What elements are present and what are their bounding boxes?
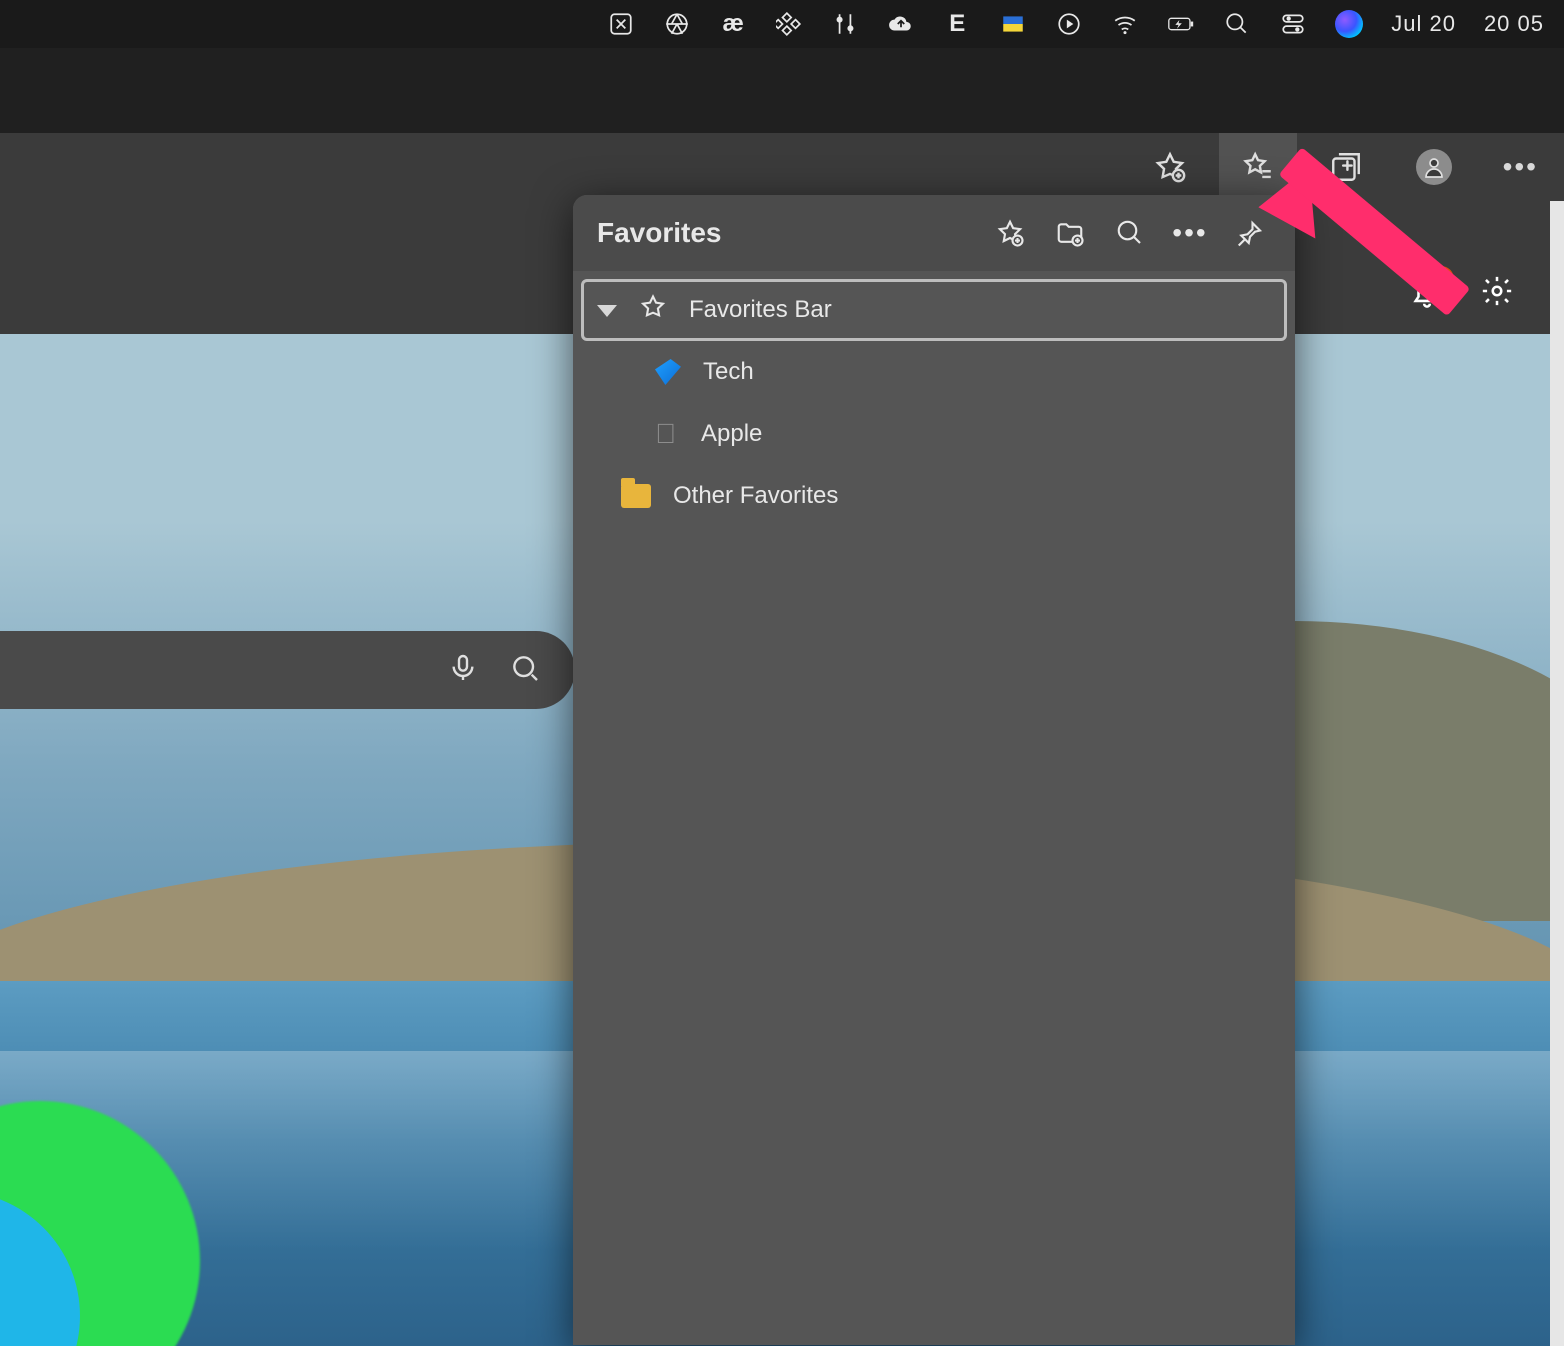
- favorites-panel: Favorites ••• Favorites Bar Tech  Apple: [573, 195, 1295, 1345]
- star-outline-icon: [639, 293, 667, 328]
- menubar-spotlight-icon[interactable]: [1223, 10, 1251, 38]
- collections-button[interactable]: [1307, 133, 1385, 201]
- favorites-more-button[interactable]: •••: [1169, 212, 1211, 254]
- favorites-row-favorites-bar[interactable]: Favorites Bar: [581, 279, 1287, 341]
- favorites-row-other[interactable]: Other Favorites: [581, 465, 1287, 527]
- favorites-panel-header: Favorites •••: [573, 195, 1295, 271]
- favorites-row-tech[interactable]: Tech: [581, 341, 1287, 403]
- toolbar-more-button[interactable]: •••: [1483, 151, 1558, 183]
- menubar-ua-icon[interactable]: [999, 10, 1027, 38]
- menubar-control-center-icon[interactable]: [1279, 10, 1307, 38]
- site-icon-apple: : [655, 420, 679, 448]
- favorites-add-button[interactable]: [989, 212, 1031, 254]
- favorites-button[interactable]: [1219, 133, 1297, 201]
- macos-menubar: æ E Jul 20 20 05: [0, 0, 1564, 48]
- menubar-play-icon[interactable]: [1055, 10, 1083, 38]
- menubar-siri-icon[interactable]: [1335, 10, 1363, 38]
- favorites-row-label: Favorites Bar: [689, 296, 832, 324]
- site-icon-tech: [655, 359, 681, 385]
- star-plus-icon: [1153, 150, 1187, 184]
- favorites-row-label: Tech: [703, 358, 754, 386]
- gear-icon: [1480, 274, 1514, 308]
- menubar-diamond-icon[interactable]: [775, 10, 803, 38]
- browser-toolbar: •••: [0, 133, 1564, 201]
- avatar-icon: [1416, 149, 1452, 185]
- add-favorite-button[interactable]: [1131, 133, 1209, 201]
- menubar-ae-icon[interactable]: æ: [719, 10, 747, 38]
- favorites-add-folder-button[interactable]: [1049, 212, 1091, 254]
- favorites-row-label: Apple: [701, 420, 762, 448]
- menubar-battery-icon[interactable]: [1167, 10, 1195, 38]
- favorites-search-button[interactable]: [1109, 212, 1151, 254]
- search-icon: [1115, 218, 1145, 248]
- page-right-edge: [1550, 201, 1564, 1346]
- folder-icon: [621, 484, 651, 508]
- ntp-settings-button[interactable]: [1480, 274, 1514, 313]
- profile-button[interactable]: [1395, 133, 1473, 201]
- notifications-button[interactable]: 4: [1410, 274, 1444, 313]
- notifications-badge: 4: [1428, 266, 1454, 292]
- menubar-date[interactable]: Jul 20: [1391, 11, 1456, 37]
- favorites-row-apple[interactable]:  Apple: [581, 403, 1287, 465]
- menubar-sliders-icon[interactable]: [831, 10, 859, 38]
- star-plus-icon: [995, 218, 1025, 248]
- browser-tab-strip: [0, 48, 1564, 133]
- disclosure-triangle-icon: [597, 305, 617, 317]
- favorites-panel-title: Favorites: [597, 217, 971, 249]
- favorites-row-label: Other Favorites: [673, 482, 838, 510]
- menubar-e-icon[interactable]: E: [943, 10, 971, 38]
- menubar-cloud-icon[interactable]: [887, 10, 915, 38]
- menubar-aperture-icon[interactable]: [663, 10, 691, 38]
- ntp-top-actions: 4: [1410, 274, 1514, 313]
- lens-search-icon[interactable]: [509, 652, 541, 689]
- collections-icon: [1329, 150, 1363, 184]
- folder-plus-icon: [1055, 218, 1085, 248]
- menubar-sync-icon[interactable]: [607, 10, 635, 38]
- pin-icon: [1235, 218, 1265, 248]
- favorites-list: Favorites Bar Tech  Apple Other Favorit…: [573, 271, 1295, 535]
- favorites-pin-button[interactable]: [1229, 212, 1271, 254]
- ntp-search-field[interactable]: [0, 631, 575, 709]
- menubar-time[interactable]: 20 05: [1484, 11, 1544, 37]
- menubar-wifi-icon[interactable]: [1111, 10, 1139, 38]
- microphone-icon[interactable]: [447, 652, 479, 689]
- star-list-icon: [1241, 150, 1275, 184]
